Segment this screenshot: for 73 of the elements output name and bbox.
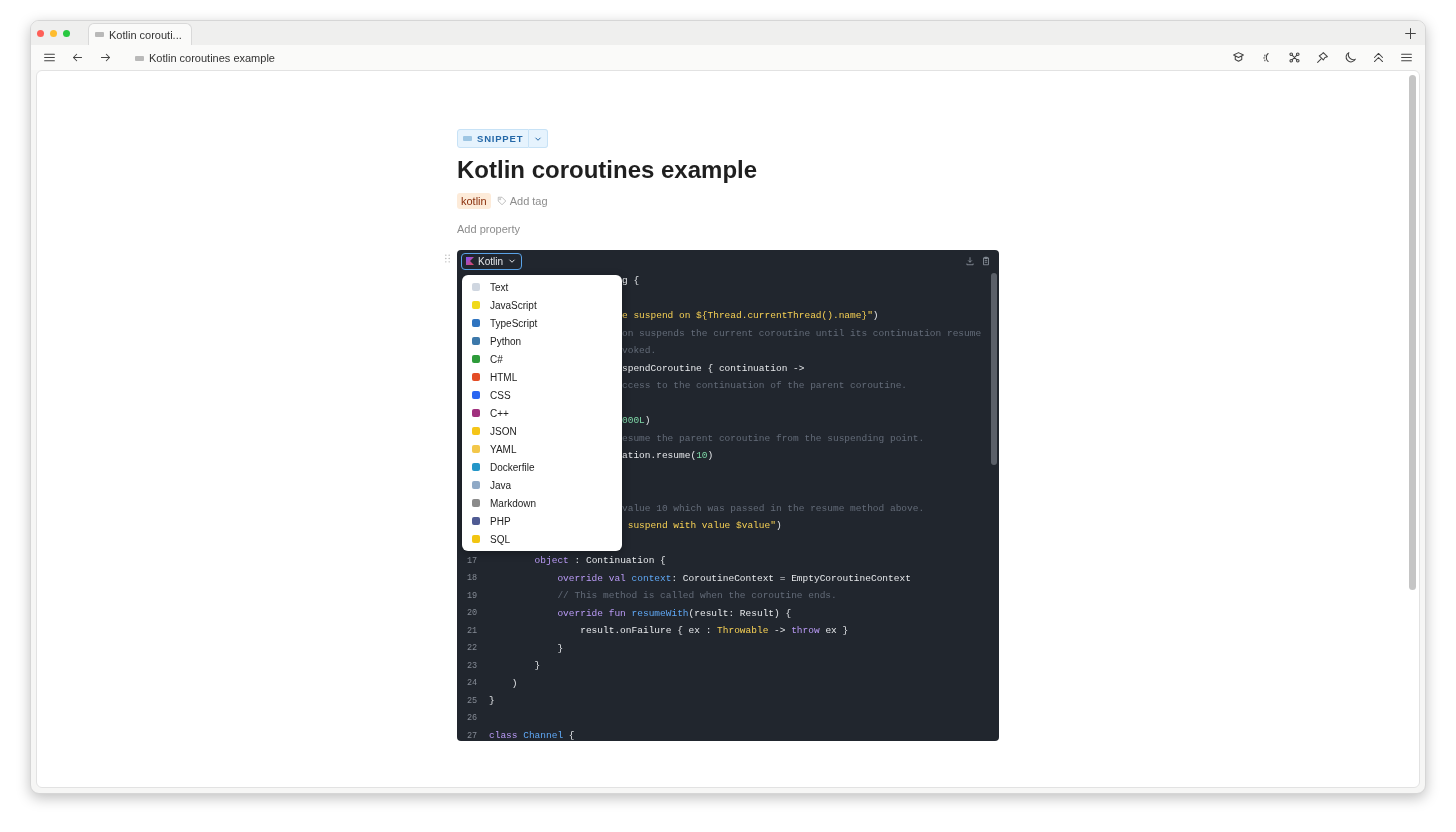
scrollbar[interactable] (991, 273, 997, 465)
add-property-button[interactable]: Add property (457, 223, 999, 235)
language-option[interactable]: JavaScript (462, 296, 622, 314)
menu-icon[interactable] (1400, 51, 1413, 64)
language-option[interactable]: JSON (462, 422, 622, 440)
code-line: class Channel { (489, 730, 575, 741)
code-line: override val context: CoroutineContext = EmptyCoroutineContext (556, 572, 911, 584)
code-line: } (489, 695, 495, 707)
line-number: 19 (467, 590, 478, 601)
language-option[interactable]: SQL (462, 530, 622, 548)
code-line: e suspend on ${Thread.currentThread().name}") (622, 310, 879, 322)
tag-chip[interactable]: kotlin (457, 193, 491, 209)
graduation-cap-icon[interactable] (1232, 51, 1245, 64)
note-title: Kotlin coroutines example (457, 156, 759, 184)
code-line: on suspends the current coroutine until its continuation resume (622, 327, 982, 339)
language-option[interactable]: HTML (462, 368, 622, 386)
code-line: esume the parent coroutine from the suspending point. (622, 432, 925, 444)
code-line: // This method is called when the coroutine ends. (556, 590, 837, 602)
drag-handle-icon[interactable] (445, 254, 450, 263)
language-option[interactable]: Markdown (462, 494, 622, 512)
browser-tab[interactable]: Kotlin corouti... (88, 23, 192, 45)
language-option[interactable]: PHP (462, 512, 622, 530)
code-line: 000L) (622, 415, 651, 427)
code-line: value 10 which was passed in the resume method above. (622, 502, 925, 514)
language-option[interactable]: C# (462, 350, 622, 368)
code-line: g { (622, 275, 640, 287)
line-number: 23 (467, 660, 478, 671)
code-line: object : Continuation { (533, 555, 666, 567)
download-icon[interactable] (965, 256, 975, 266)
nodes-icon[interactable] (1288, 51, 1301, 64)
language-option[interactable]: CSS (462, 386, 622, 404)
code-line: ation.resume(10) (622, 450, 714, 462)
code-line: voked. (622, 345, 657, 357)
line-number: 20 (467, 608, 478, 619)
line-number: 26 (467, 713, 478, 724)
tag-icon (496, 196, 507, 206)
close-window-icon[interactable] (37, 29, 44, 37)
code-line: } (533, 660, 541, 672)
line-number: 22 (467, 643, 478, 654)
line-number: 25 (467, 695, 478, 706)
add-tag-button[interactable]: Add tag (496, 195, 548, 207)
back-arrow-icon[interactable] (71, 51, 84, 64)
kotlin-logo (466, 257, 474, 265)
line-number: 21 (467, 625, 478, 636)
forward-arrow-icon[interactable] (99, 51, 112, 64)
line-number: 18 (467, 573, 478, 584)
code-line: spendCoroutine { continuation -> (622, 362, 805, 374)
snippet-type-badge[interactable]: SNIPPET (457, 129, 530, 148)
chevrons-up-icon[interactable] (1372, 51, 1385, 64)
line-number: 17 (467, 555, 478, 566)
code-line: override fun resumeWith(result: Result) { (556, 607, 792, 619)
code-line: ccess to the continuation of the parent coroutine. (622, 380, 908, 392)
line-number: 24 (467, 678, 478, 689)
code-line: suspend with value $value") (626, 520, 782, 532)
breadcrumb[interactable]: Kotlin coroutines example (135, 51, 275, 64)
language-option[interactable]: TypeScript (462, 314, 622, 332)
scrollbar[interactable] (1409, 75, 1416, 590)
moon-icon[interactable] (1344, 51, 1357, 64)
line-number: 27 (467, 730, 478, 741)
language-select[interactable]: Kotlin (461, 252, 522, 270)
language-option[interactable]: YAML (462, 440, 622, 458)
language-option[interactable]: Java (462, 476, 622, 494)
language-option[interactable]: Dockerfile (462, 458, 622, 476)
language-option[interactable]: C++ (462, 404, 622, 422)
code-line: } (556, 642, 564, 654)
language-option[interactable]: Text (462, 278, 622, 296)
menu-icon[interactable] (43, 51, 56, 64)
code-line: ) (510, 677, 518, 689)
language-option[interactable]: Python (462, 332, 622, 350)
clipboard-icon[interactable] (981, 256, 991, 266)
code-line: result.onFailure { ex : Throwable -> throw ex } (579, 625, 849, 637)
pin-icon[interactable] (1316, 51, 1329, 64)
new-tab-icon[interactable] (1404, 27, 1417, 40)
